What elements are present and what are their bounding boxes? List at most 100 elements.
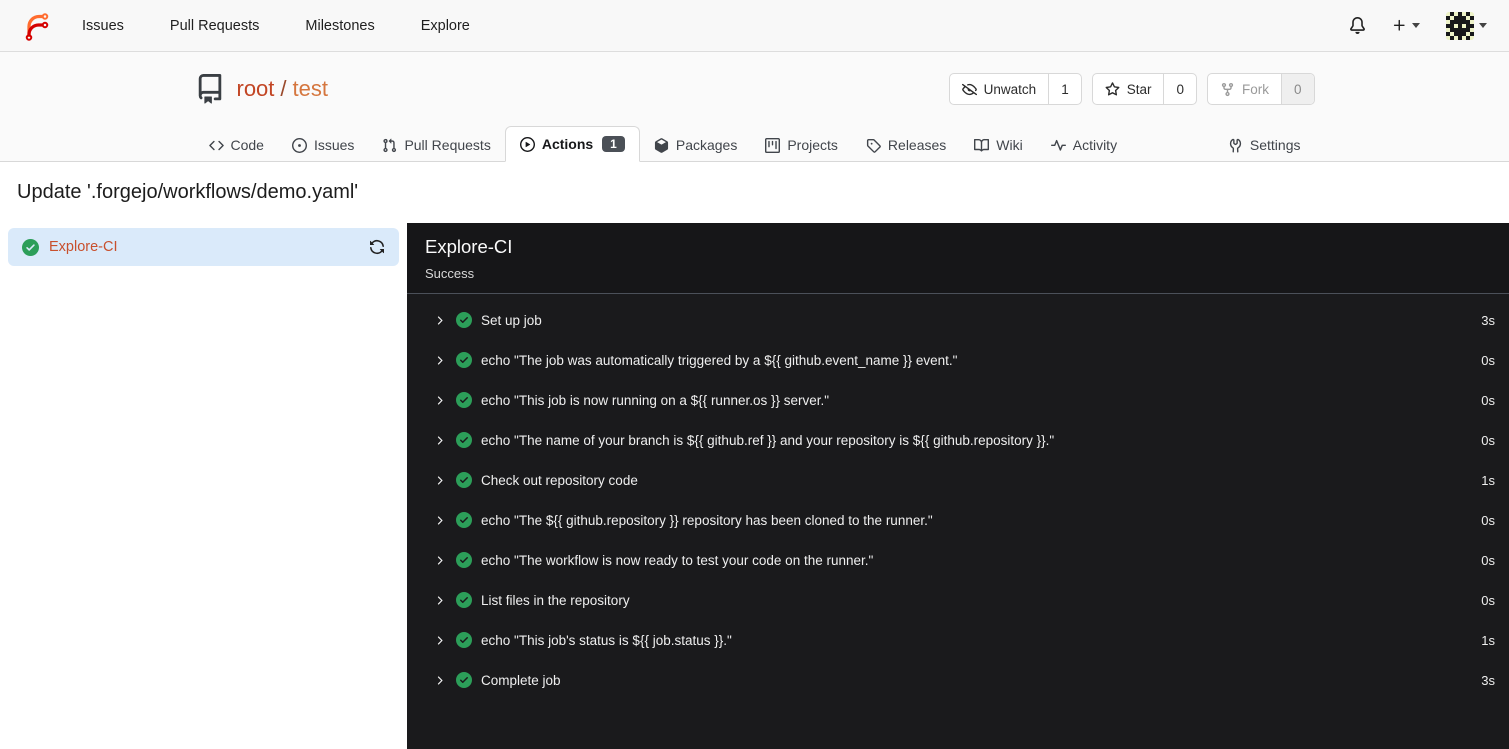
code-icon [208,140,224,150]
step-name: Complete job [481,672,561,688]
tab-releases[interactable]: Releases [852,128,960,162]
forgejo-logo-icon[interactable] [22,11,52,41]
check-circle-icon [456,392,472,408]
chevron-right-icon[interactable] [433,314,446,327]
step-duration: 1s [1481,472,1495,488]
chevron-right-icon[interactable] [433,594,446,607]
primary-nav: Issues Pull Requests Milestones Explore [82,18,470,34]
chevron-right-icon[interactable] [433,674,446,687]
job-name: Explore-CI [49,239,118,255]
chevron-right-icon[interactable] [433,514,446,527]
step-name: echo "The name of your branch is ${{ git… [481,432,1055,448]
chevron-right-icon[interactable] [433,634,446,647]
run-job-title: Explore-CI [425,236,513,257]
watch-button-group: Unwatch 1 [948,73,1082,105]
repo-owner-link[interactable]: root [237,76,275,102]
top-navbar: Issues Pull Requests Milestones Explore [0,0,1509,52]
issue-opened-icon [291,137,307,153]
repo-separator: / [280,76,287,101]
tab-code[interactable]: Code [195,128,278,162]
eye-closed-icon [961,83,977,95]
nav-item-issues[interactable]: Issues [82,18,124,34]
step-row[interactable]: List files in the repository 0s [407,580,1509,620]
user-avatar-identicon [1446,11,1474,40]
step-name: List files in the repository [481,592,630,608]
tab-actions[interactable]: Actions 1 [504,126,640,162]
step-row[interactable]: echo "This job is now running on a ${{ r… [407,380,1509,420]
check-circle-icon [456,512,472,528]
fork-button[interactable]: Fork [1208,74,1281,104]
star-count[interactable]: 0 [1163,74,1196,104]
actions-run-view: Explore-CI Explore-CI Success Set up job… [0,223,1509,749]
pulse-icon [1050,139,1066,151]
project-board-icon [765,137,781,153]
repo-journal-icon [198,74,221,104]
chevron-right-icon[interactable] [433,394,446,407]
check-circle-icon [456,552,472,568]
step-duration: 0s [1481,432,1495,448]
step-name: echo "This job is now running on a ${{ r… [481,392,830,408]
star-button-group: Star 0 [1091,73,1197,105]
plus-icon [1393,19,1405,31]
step-row[interactable]: echo "The ${{ github.repository }} repos… [407,500,1509,540]
check-circle-icon [456,632,472,648]
step-name: echo "The ${{ github.repository }} repos… [481,512,933,528]
star-icon [1105,81,1120,96]
step-name: echo "This job's status is ${{ job.statu… [481,632,732,648]
step-duration: 1s [1481,632,1495,648]
actions-count-badge: 1 [602,136,625,152]
run-title-bar: Update '.forgejo/workflows/demo.yaml' [0,162,1509,223]
repo-tabs: Code Issues Pull Requests Actions 1 Pack… [195,120,1315,162]
tab-activity[interactable]: Activity [1037,128,1131,162]
unwatch-button[interactable]: Unwatch [950,74,1049,104]
tab-projects[interactable]: Projects [751,128,852,162]
tab-wiki[interactable]: Wiki [960,128,1036,162]
notifications-bell-icon[interactable] [1349,17,1366,34]
tab-settings[interactable]: Settings [1214,128,1315,162]
repo-header: root / test Unwatch 1 Star 0 Fork 0 Code… [0,52,1509,162]
tab-packages[interactable]: Packages [640,128,751,162]
nav-item-explore[interactable]: Explore [421,18,470,34]
chevron-right-icon[interactable] [433,554,446,567]
repo-breadcrumb: root / test [237,76,329,102]
fork-count[interactable]: 0 [1280,74,1314,104]
tab-issues[interactable]: Issues [278,128,368,162]
play-circle-icon [519,136,535,152]
step-row[interactable]: echo "The job was automatically triggere… [407,340,1509,380]
create-new-dropdown[interactable] [1392,18,1420,33]
step-name: Set up job [481,312,542,328]
user-menu[interactable] [1446,11,1487,40]
step-name: echo "The job was automatically triggere… [481,352,958,368]
tools-icon [1229,138,1242,153]
step-row[interactable]: Complete job 3s [407,660,1509,700]
book-icon [974,138,990,152]
repo-name-link[interactable]: test [293,76,328,102]
step-name: Check out repository code [481,472,638,488]
check-circle-icon [456,672,472,688]
step-duration: 0s [1481,512,1495,528]
git-pull-request-icon [383,138,397,152]
step-row[interactable]: Set up job 3s [407,300,1509,340]
step-row[interactable]: echo "The workflow is now ready to test … [407,540,1509,580]
step-duration: 3s [1481,672,1495,688]
star-button[interactable]: Star [1093,74,1164,104]
step-duration: 3s [1481,312,1495,328]
chevron-right-icon[interactable] [433,354,446,367]
package-icon [654,137,668,153]
rerun-sync-icon[interactable] [369,239,385,255]
tab-pull-requests[interactable]: Pull Requests [368,128,504,162]
chevron-right-icon[interactable] [433,434,446,447]
run-log-panel: Explore-CI Success Set up job 3s echo "The… [407,223,1509,749]
nav-item-milestones[interactable]: Milestones [305,18,374,34]
watch-count[interactable]: 1 [1048,74,1081,104]
step-row[interactable]: echo "The name of your branch is ${{ git… [407,420,1509,460]
step-row[interactable]: echo "This job's status is ${{ job.statu… [407,620,1509,660]
check-circle-icon [22,238,39,256]
nav-item-pull-requests[interactable]: Pull Requests [170,18,259,34]
jobs-sidebar: Explore-CI [0,223,407,749]
step-row[interactable]: Check out repository code 1s [407,460,1509,500]
run-status-text: Success [425,266,475,281]
job-item-explore-ci[interactable]: Explore-CI [8,228,399,266]
step-duration: 0s [1481,592,1495,608]
chevron-right-icon[interactable] [433,474,446,487]
